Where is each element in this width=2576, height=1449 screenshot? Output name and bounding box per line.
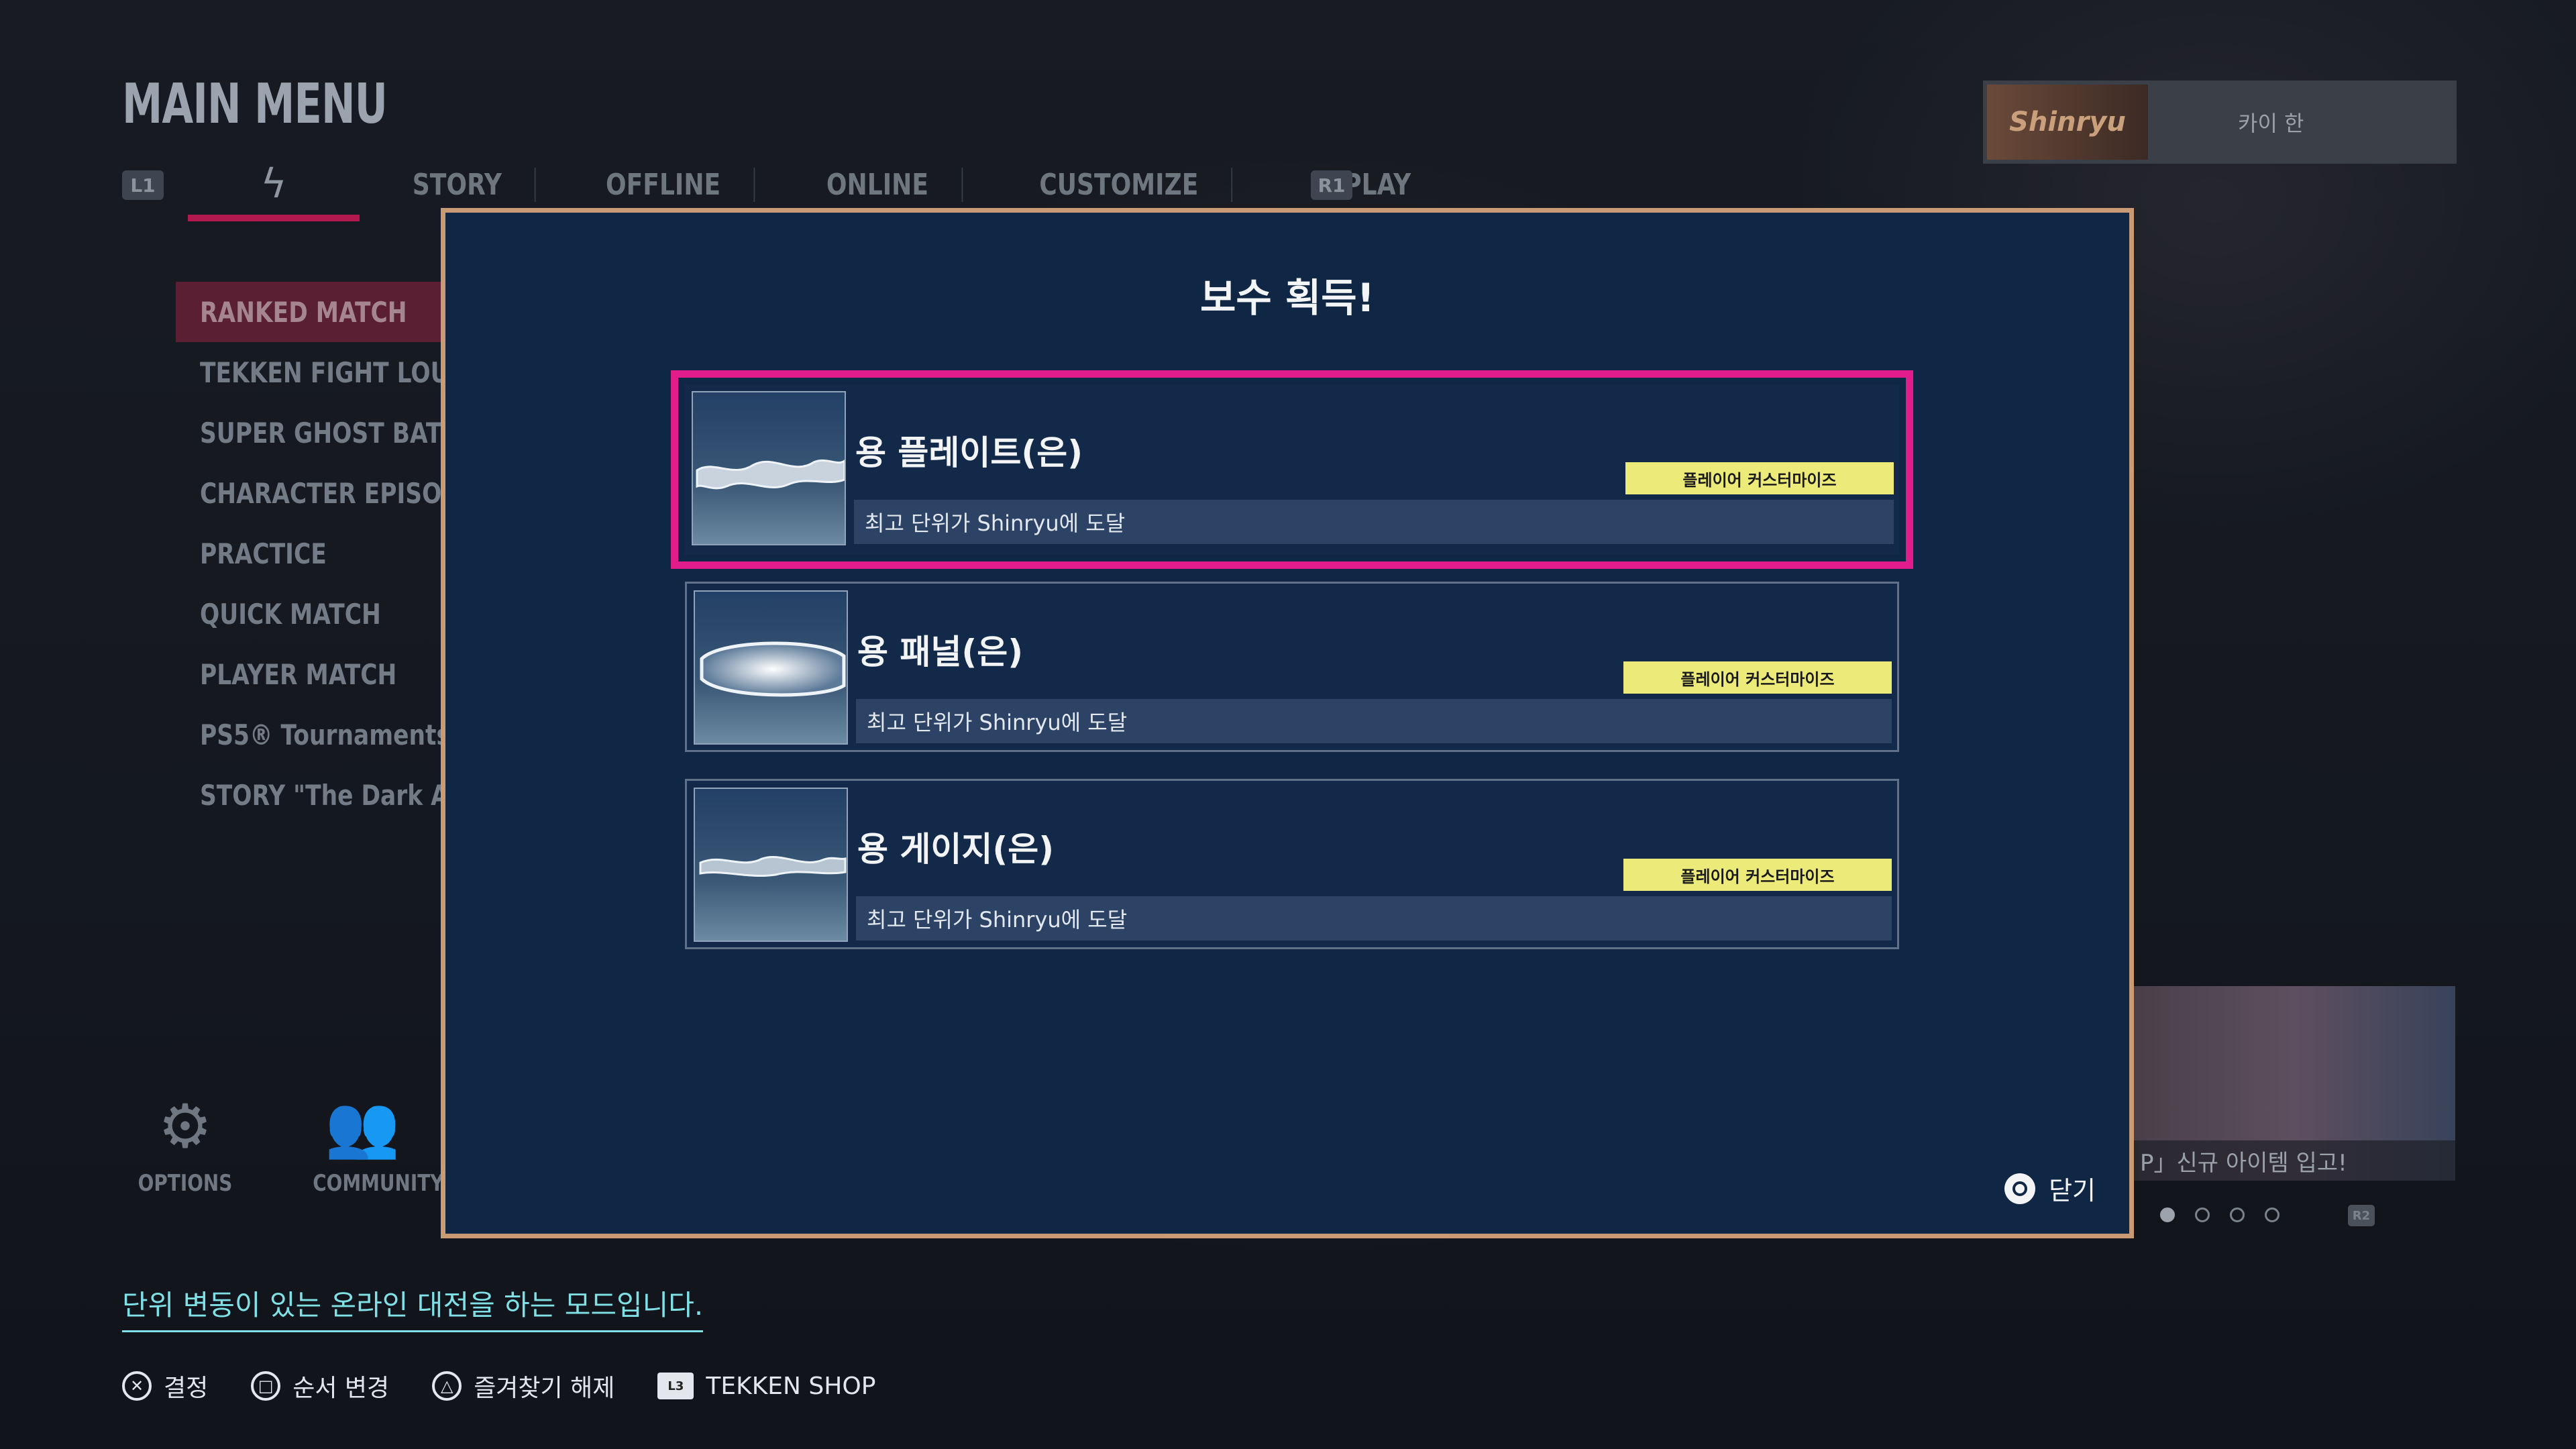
guide-unfavorite: △ 즐겨찾기 해제 — [432, 1368, 614, 1403]
community-label: COMMUNITY — [313, 1170, 444, 1197]
close-button[interactable]: 닫기 — [2004, 1170, 2096, 1207]
guide-reorder: □ 순서 변경 — [251, 1368, 389, 1403]
reward-condition: 최고 단위가 Shinryu에 도달 — [854, 500, 1894, 544]
close-label: 닫기 — [2049, 1176, 2096, 1205]
reward-name: 용 게이지(은) — [857, 830, 1055, 869]
cross-button-icon: ✕ — [122, 1371, 152, 1401]
player-name: 카이 한 — [2238, 111, 2304, 136]
reward-item-dragon-plate[interactable]: 용 플레이트(은) 플레이어 커스터마이즈 최고 단위가 Shinryu에 도달 — [671, 370, 1913, 569]
rank-plate: Shinryu — [1987, 85, 2148, 160]
promo-text: P」신규 아이템 입고! — [2133, 1140, 2455, 1181]
guide-confirm-label: 결정 — [164, 1375, 209, 1402]
player-profile[interactable]: Shinryu 카이 한 — [1983, 80, 2457, 164]
reward-thumbnail-gauge — [694, 788, 848, 942]
button-guide: ✕ 결정 □ 순서 변경 △ 즐겨찾기 해제 L3 TEKKEN SHOP — [122, 1368, 875, 1403]
reward-category-badge: 플레이어 커스터마이즈 — [1625, 462, 1894, 494]
menu-item-fight-lounge[interactable]: TEKKEN FIGHT LOUNGE — [176, 342, 458, 402]
guide-confirm: ✕ 결정 — [122, 1368, 208, 1403]
menu-item-player-match[interactable]: PLAYER MATCH — [176, 644, 458, 704]
l3-shop-button-icon: L3 — [657, 1373, 694, 1399]
reward-category-badge: 플레이어 커스터마이즈 — [1623, 661, 1892, 694]
guide-tekken-shop[interactable]: L3 TEKKEN SHOP — [657, 1373, 875, 1400]
reward-name: 용 플레이트(은) — [855, 433, 1083, 472]
dialog-title: 보수 획득! — [1199, 275, 1375, 321]
reward-condition: 최고 단위가 Shinryu에 도달 — [856, 896, 1892, 941]
menu-item-quick-match[interactable]: QUICK MATCH — [176, 584, 458, 644]
circle-button-icon — [2004, 1173, 2036, 1204]
triangle-button-icon: △ — [432, 1371, 462, 1401]
options-button[interactable]: ⚙ OPTIONS — [125, 1093, 246, 1197]
reward-name: 용 패널(은) — [857, 633, 1024, 672]
menu-item-tournaments[interactable]: PS5® Tournaments — [176, 704, 458, 765]
guide-unfavorite-label: 즐겨찾기 해제 — [474, 1375, 615, 1402]
promo-banner[interactable]: P」신규 아이템 입고! — [2133, 986, 2455, 1181]
carousel-dots — [2160, 1208, 2279, 1222]
guide-reorder-label: 순서 변경 — [292, 1375, 390, 1402]
mode-menu: RANKED MATCH TEKKEN FIGHT LOUNGE SUPER G… — [176, 282, 458, 825]
tab-story[interactable]: STORY — [380, 167, 536, 202]
carousel-dot[interactable] — [2195, 1208, 2210, 1222]
tekken-logo-icon: ϟ — [260, 160, 287, 207]
l1-button-icon[interactable]: L1 — [122, 170, 164, 200]
carousel-dot[interactable] — [2160, 1208, 2175, 1222]
tab-online[interactable]: ONLINE — [794, 167, 963, 202]
community-button[interactable]: 👥 COMMUNITY — [302, 1091, 444, 1197]
mode-description: 단위 변동이 있는 온라인 대전을 하는 모드입니다. — [122, 1283, 704, 1332]
page-title: MAIN MENU — [122, 72, 388, 136]
reward-thumbnail-plate — [692, 391, 846, 545]
reward-condition: 최고 단위가 Shinryu에 도달 — [856, 699, 1892, 743]
reward-dialog: 보수 획득! 용 플레이트(은) 플레이어 커스터마이즈 최고 단위가 Shin… — [441, 208, 2134, 1238]
tab-offline[interactable]: OFFLINE — [573, 167, 755, 202]
tab-replay[interactable]: REPLAY — [1276, 168, 1444, 202]
carousel-dot[interactable] — [2230, 1208, 2245, 1222]
reward-item-dragon-gauge[interactable]: 용 게이지(은) 플레이어 커스터마이즈 최고 단위가 Shinryu에 도달 — [685, 779, 1899, 949]
r2-button-icon[interactable]: R2 — [2348, 1205, 2375, 1226]
gear-icon: ⚙ — [158, 1091, 213, 1162]
reward-item-dragon-panel[interactable]: 용 패널(은) 플레이어 커스터마이즈 최고 단위가 Shinryu에 도달 — [685, 582, 1899, 752]
menu-item-super-ghost-battle[interactable]: SUPER GHOST BATTLE — [176, 402, 458, 463]
carousel-dot[interactable] — [2265, 1208, 2279, 1222]
tab-customize[interactable]: CUSTOMIZE — [1006, 167, 1233, 202]
r1-button-icon[interactable]: R1 — [1311, 170, 1352, 200]
menu-item-ranked-match[interactable]: RANKED MATCH — [176, 282, 458, 342]
reward-thumbnail-panel — [694, 590, 848, 745]
menu-item-story-dark-awakens[interactable]: STORY "The Dark Awa — [176, 765, 458, 825]
options-label: OPTIONS — [138, 1170, 233, 1197]
tab-home[interactable]: ϟ — [188, 153, 360, 221]
main-tabs: STORY OFFLINE ONLINE CUSTOMIZE REPLAY — [362, 154, 1462, 215]
square-button-icon: □ — [251, 1371, 281, 1401]
guide-shop-label: TEKKEN SHOP — [706, 1372, 876, 1400]
menu-item-character-episodes[interactable]: CHARACTER EPISODES — [176, 463, 458, 523]
menu-item-practice[interactable]: PRACTICE — [176, 523, 458, 584]
people-icon: 👥 — [324, 1091, 400, 1162]
reward-category-badge: 플레이어 커스터마이즈 — [1623, 859, 1892, 891]
